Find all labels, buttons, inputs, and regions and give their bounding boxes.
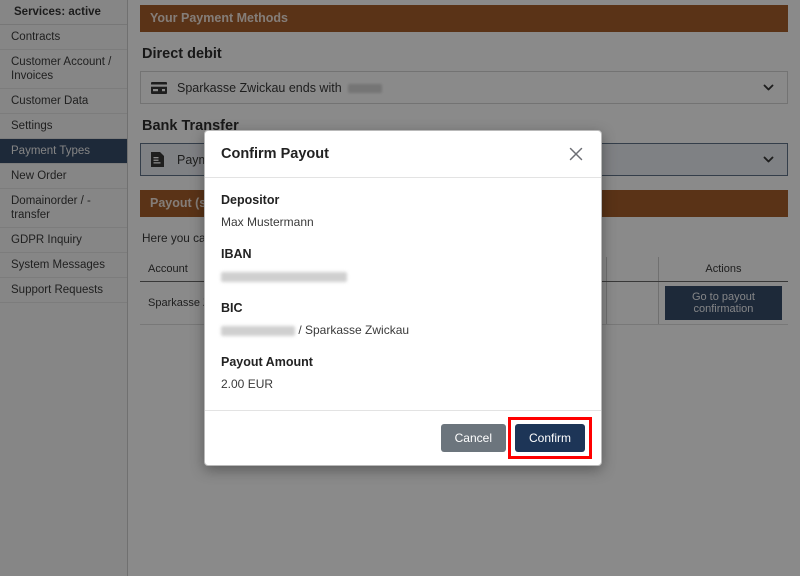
confirm-payout-modal: Confirm Payout Depositor Max Mustermann … — [204, 130, 602, 466]
bic-redacted — [221, 325, 295, 336]
bic-label: BIC — [221, 301, 243, 315]
payout-amount-label: Payout Amount — [221, 355, 313, 369]
bic-bank-name: / Sparkasse Zwickau — [295, 323, 410, 337]
close-icon[interactable] — [567, 145, 585, 163]
modal-header: Confirm Payout — [205, 131, 601, 178]
depositor-value: Max Mustermann — [221, 215, 314, 229]
modal-body: Depositor Max Mustermann IBAN BIC / Spar… — [205, 178, 601, 410]
iban-redacted — [221, 271, 347, 282]
cancel-button[interactable]: Cancel — [440, 424, 506, 452]
depositor-label: Depositor — [221, 193, 280, 207]
iban-value — [221, 269, 585, 284]
modal-footer: Cancel Confirm — [205, 410, 601, 465]
confirm-button[interactable]: Confirm — [514, 424, 585, 452]
bic-value: / Sparkasse Zwickau — [221, 323, 585, 338]
confirm-button-wrapper: Confirm — [507, 417, 592, 459]
iban-label: IBAN — [221, 247, 252, 261]
modal-title: Confirm Payout — [221, 146, 329, 162]
app-root: Services: active Contracts Customer Acco… — [0, 0, 800, 576]
payout-amount-value: 2.00 EUR — [221, 377, 274, 391]
